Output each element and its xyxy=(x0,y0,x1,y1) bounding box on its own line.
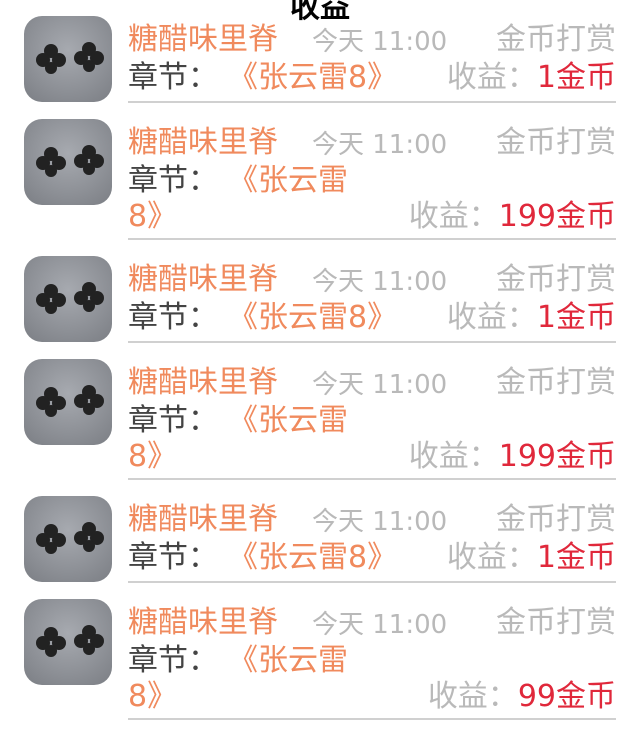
author-name[interactable]: 糖醋味里脊 xyxy=(128,365,278,401)
income: 收益：199金币 xyxy=(409,439,616,475)
chapter-label: 章节： xyxy=(128,643,218,678)
timestamp: 今天 11:00 xyxy=(312,610,448,640)
income-value: 199金币 xyxy=(498,199,616,234)
clover-icon xyxy=(36,284,66,314)
list-item[interactable]: 糖醋味里脊 今天 11:00 金币打赏 章节： 《张云雷8》 收益：1金币 xyxy=(0,480,640,583)
author-name[interactable]: 糖醋味里脊 xyxy=(128,125,278,161)
author-name[interactable]: 糖醋味里脊 xyxy=(128,502,278,538)
income-value: 1金币 xyxy=(536,300,616,335)
chapter-label: 章节： xyxy=(128,60,218,95)
clover-icon xyxy=(74,385,104,415)
list-item[interactable]: 糖醋味里脊 今天 11:00 金币打赏 章节： 《张云雷 8》 收益：199金币 xyxy=(0,103,640,240)
timestamp: 今天 11:00 xyxy=(312,507,448,537)
income-list: 糖醋味里脊 今天 11:00 金币打赏 章节： 《张云雷8》 收益：1金币 糖醋… xyxy=(0,0,640,720)
income-value: 99金币 xyxy=(517,679,616,714)
avatar[interactable] xyxy=(24,119,112,205)
income-value: 1金币 xyxy=(536,60,616,95)
income: 收益：199金币 xyxy=(409,199,616,235)
clover-icon xyxy=(36,627,66,657)
avatar[interactable] xyxy=(24,16,112,102)
chapter-label: 章节： xyxy=(128,540,218,575)
income-label: 收益： xyxy=(427,679,518,714)
divider xyxy=(128,718,616,720)
income-label: 收益： xyxy=(446,540,537,575)
income-label: 收益： xyxy=(408,199,499,234)
list-item[interactable]: 糖醋味里脊 今天 11:00 金币打赏 章节： 《张云雷 8》 收益：199金币 xyxy=(0,343,640,480)
author-name[interactable]: 糖醋味里脊 xyxy=(128,262,278,298)
clover-icon xyxy=(36,147,66,177)
chapter-link[interactable]: 《张云雷8》 xyxy=(228,300,397,336)
chapter-link[interactable]: 《张云雷8》 xyxy=(228,60,397,96)
chapter-link[interactable]: 《张云雷 xyxy=(228,403,368,439)
chapter-link[interactable]: 《张云雷 xyxy=(228,643,368,679)
chapter-link-continued[interactable]: 8》 xyxy=(128,679,177,715)
chapter-link[interactable]: 《张云雷 xyxy=(228,163,368,199)
clover-icon xyxy=(74,522,104,552)
clover-icon xyxy=(36,524,66,554)
income: 收益：1金币 xyxy=(447,540,616,576)
clover-icon xyxy=(74,145,104,175)
author-name[interactable]: 糖醋味里脊 xyxy=(128,605,278,641)
chapter-link-continued[interactable]: 8》 xyxy=(128,199,177,235)
timestamp: 今天 11:00 xyxy=(312,27,448,57)
income-label: 收益： xyxy=(446,60,537,95)
avatar[interactable] xyxy=(24,599,112,685)
income: 收益：1金币 xyxy=(447,300,616,336)
income-value: 1金币 xyxy=(536,540,616,575)
clover-icon xyxy=(74,625,104,655)
income: 收益：1金币 xyxy=(447,60,616,96)
timestamp: 今天 11:00 xyxy=(312,370,448,400)
list-item[interactable]: 糖醋味里脊 今天 11:00 金币打赏 章节： 《张云雷8》 收益：1金币 xyxy=(0,0,640,103)
chapter-link[interactable]: 《张云雷8》 xyxy=(228,540,397,576)
clover-icon xyxy=(36,387,66,417)
clover-icon xyxy=(74,42,104,72)
income-label: 收益： xyxy=(446,300,537,335)
clover-icon xyxy=(74,282,104,312)
list-item[interactable]: 糖醋味里脊 今天 11:00 金币打赏 章节： 《张云雷 8》 收益：99金币 xyxy=(0,583,640,720)
avatar[interactable] xyxy=(24,496,112,582)
tip-type: 金币打赏 xyxy=(496,125,616,160)
chapter-label: 章节： xyxy=(128,163,218,198)
chapter-link-continued[interactable]: 8》 xyxy=(128,439,177,475)
chapter-label: 章节： xyxy=(128,300,218,335)
chapter-label: 章节： xyxy=(128,403,218,438)
tip-type: 金币打赏 xyxy=(496,262,616,297)
income: 收益：99金币 xyxy=(428,679,616,715)
tip-type: 金币打赏 xyxy=(496,605,616,640)
avatar[interactable] xyxy=(24,359,112,445)
list-item[interactable]: 糖醋味里脊 今天 11:00 金币打赏 章节： 《张云雷8》 收益：1金币 xyxy=(0,240,640,343)
tip-type: 金币打赏 xyxy=(496,365,616,400)
income-value: 199金币 xyxy=(498,439,616,474)
tip-type: 金币打赏 xyxy=(496,22,616,57)
author-name[interactable]: 糖醋味里脊 xyxy=(128,22,278,58)
clover-icon xyxy=(36,44,66,74)
income-label: 收益： xyxy=(408,439,499,474)
avatar[interactable] xyxy=(24,256,112,342)
timestamp: 今天 11:00 xyxy=(312,267,448,297)
timestamp: 今天 11:00 xyxy=(312,130,448,160)
tip-type: 金币打赏 xyxy=(496,502,616,537)
